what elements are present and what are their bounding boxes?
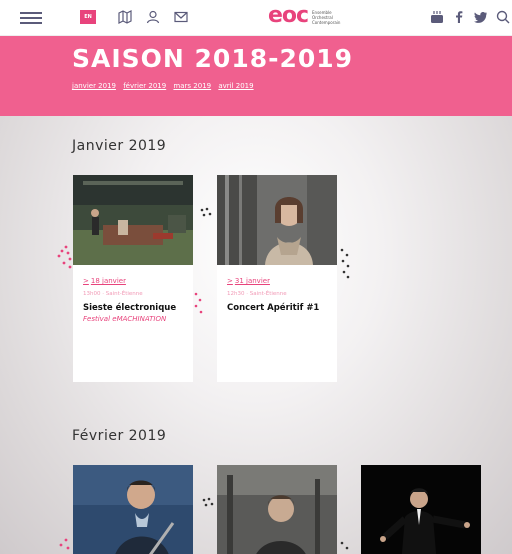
decorative-dots — [59, 538, 70, 550]
facebook-icon[interactable] — [452, 10, 466, 24]
decorative-dots — [194, 292, 203, 314]
decorative-dots — [200, 207, 212, 217]
event-title[interactable]: Concert Apéritif #1 — [227, 303, 327, 313]
twitter-icon[interactable] — [474, 10, 488, 24]
page-title: SAISON 2018-2019 — [72, 44, 354, 73]
mail-icon[interactable] — [174, 10, 188, 24]
season-banner: SAISON 2018-2019 janvier 2019 février 20… — [0, 36, 512, 116]
event-meta: 13h00 · Saint-Étienne — [83, 291, 143, 297]
section-title-fevrier: Février 2019 — [72, 428, 167, 444]
top-bar: EN eoc Ensemble Orchestral Contemporain — [0, 0, 512, 36]
logo-text: eoc — [268, 3, 309, 28]
event-card[interactable]: >18 janvier 13h00 · Saint-Étienne Sieste… — [73, 175, 193, 382]
event-photo[interactable] — [217, 175, 337, 265]
map-icon[interactable] — [118, 10, 132, 24]
event-card[interactable] — [73, 465, 193, 554]
event-card[interactable] — [217, 465, 337, 554]
event-photo[interactable] — [361, 465, 481, 554]
event-card[interactable] — [361, 465, 481, 554]
decorative-dots — [340, 541, 349, 550]
event-photo[interactable] — [73, 175, 193, 265]
language-button[interactable]: EN — [80, 10, 96, 24]
event-subtitle: Festival eMACHINATION — [83, 315, 167, 323]
decorative-dots — [340, 248, 350, 279]
event-date-link[interactable]: >18 janvier — [83, 277, 183, 285]
event-title[interactable]: Sieste électronique — [83, 303, 183, 313]
event-card[interactable]: >31 janvier 12h30 · Saint-Étienne Concer… — [217, 175, 337, 382]
month-nav: janvier 2019 février 2019 mars 2019 avri… — [72, 82, 259, 90]
logo-subtitle: Ensemble Orchestral Contemporain — [312, 10, 341, 25]
event-date-link[interactable]: >31 janvier — [227, 277, 327, 285]
event-meta: 12h30 · Saint-Étienne — [227, 291, 287, 297]
section-title-janvier: Janvier 2019 — [72, 138, 167, 154]
month-link-fevrier[interactable]: février 2019 — [123, 82, 166, 90]
month-link-avril[interactable]: avril 2019 — [218, 82, 253, 90]
user-icon[interactable] — [146, 10, 160, 24]
event-photo[interactable] — [73, 465, 193, 554]
menu-icon[interactable] — [20, 12, 42, 24]
decorative-dots — [202, 497, 214, 507]
youtube-icon[interactable] — [430, 10, 444, 24]
month-link-mars[interactable]: mars 2019 — [173, 82, 211, 90]
event-photo[interactable] — [217, 465, 337, 554]
search-icon[interactable] — [496, 10, 510, 24]
decorative-dots — [57, 245, 72, 269]
month-link-janvier[interactable]: janvier 2019 — [72, 82, 116, 90]
